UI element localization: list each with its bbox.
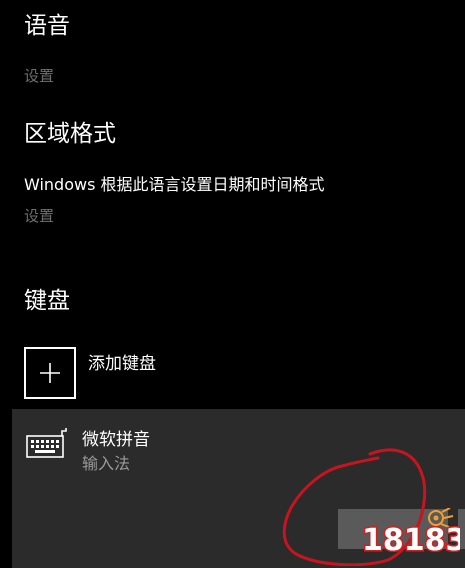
region-description: Windows 根据此语言设置日期和时间格式 [24,175,325,194]
add-keyboard-label: 添加键盘 [88,354,156,374]
region-settings-link[interactable]: 设置 [24,205,54,226]
section-title-keyboard: 键盘 [24,288,70,314]
speech-settings-link[interactable]: 设置 [24,65,54,86]
watermark-text: 18183 [362,523,460,558]
keyboard-type: 输入法 [82,454,131,473]
watermark-logo: 18183 [358,507,465,564]
keyboard-name: 微软拼音 [82,430,150,450]
language-settings-page: 语音 设置 区域格式 Windows 根据此语言设置日期和时间格式 设置 键盘 … [0,0,465,568]
section-title-region: 区域格式 [24,121,116,147]
keyboard-icon [26,427,68,463]
add-keyboard-button[interactable]: 添加键盘 [24,347,156,399]
section-title-speech: 语音 [24,13,70,39]
plus-icon [24,347,76,399]
